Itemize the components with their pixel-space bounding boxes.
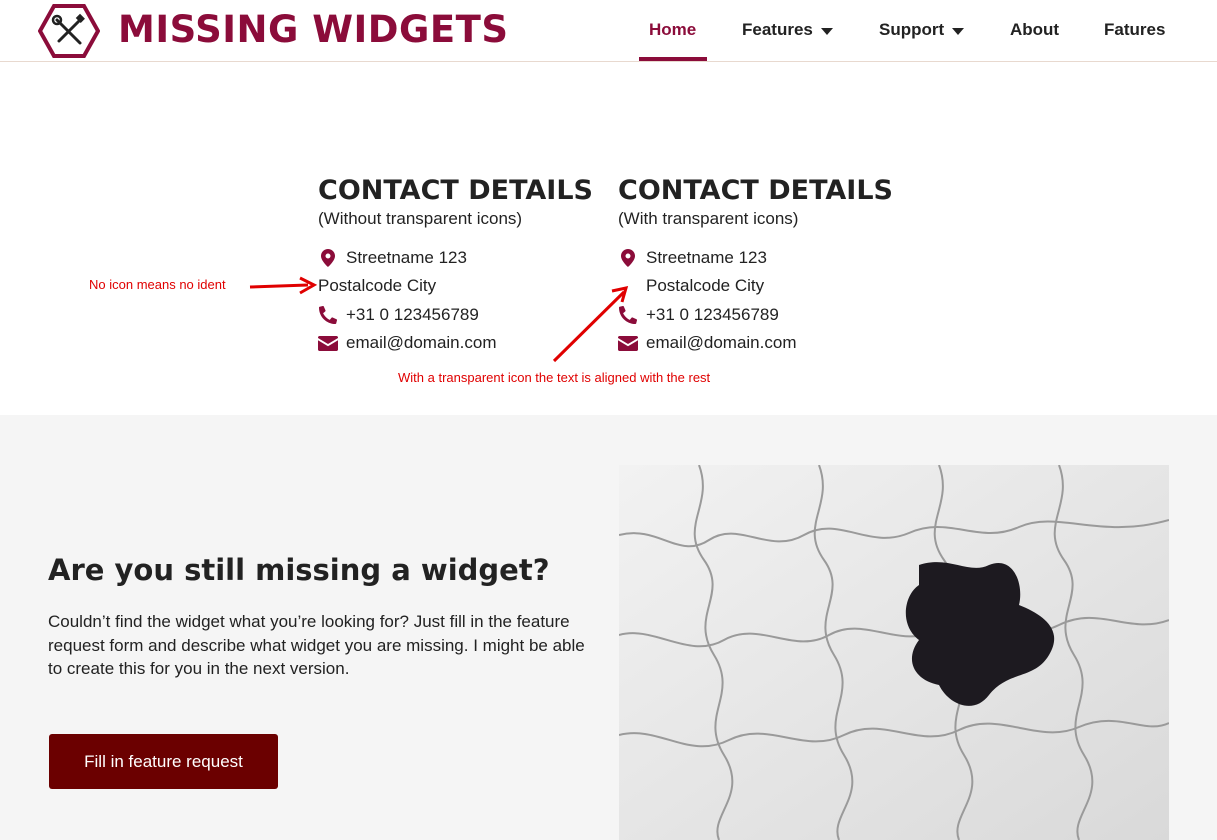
annotation-no-icon: No icon means no ident bbox=[89, 277, 226, 292]
nav-fatures[interactable]: Fatures bbox=[1104, 20, 1165, 40]
city-text: Postalcode City bbox=[646, 276, 765, 295]
nav-home-label: Home bbox=[649, 20, 697, 39]
annotation-transparent-icon: With a transparent icon the text is alig… bbox=[398, 370, 711, 385]
nav-features-label: Features bbox=[742, 20, 813, 39]
envelope-icon bbox=[318, 333, 338, 353]
nav-home[interactable]: Home bbox=[649, 20, 696, 40]
contact-title-right: CONTACT DETAILS bbox=[618, 175, 893, 206]
contact-phone-right[interactable]: +31 0 123456789 bbox=[618, 305, 779, 325]
contact-city-right: Postalcode City bbox=[618, 276, 764, 296]
nav-features[interactable]: Features bbox=[742, 20, 833, 40]
contact-title-left: CONTACT DETAILS bbox=[318, 175, 593, 206]
tools-hexagon-logo-icon[interactable] bbox=[38, 4, 100, 58]
map-pin-icon bbox=[318, 248, 338, 268]
phone-text: +31 0 123456789 bbox=[346, 305, 479, 324]
section-title: Are you still missing a widget? bbox=[48, 553, 550, 587]
nav-support[interactable]: Support bbox=[879, 20, 965, 40]
puzzle-image bbox=[619, 465, 1169, 840]
nav-about[interactable]: About bbox=[1010, 20, 1059, 40]
nav-support-label: Support bbox=[879, 20, 945, 39]
chevron-down-icon bbox=[820, 27, 833, 35]
contact-city-left: Postalcode City bbox=[318, 276, 436, 296]
brand-name[interactable]: MISSING WIDGETS bbox=[118, 8, 509, 51]
city-text: Postalcode City bbox=[318, 276, 437, 295]
phone-text: +31 0 123456789 bbox=[646, 305, 779, 324]
nav-about-label: About bbox=[1010, 20, 1060, 39]
contact-address-right: Streetname 123 bbox=[618, 248, 767, 268]
section-text: Couldn’t find the widget what you’re loo… bbox=[48, 612, 585, 678]
nav-active-indicator bbox=[639, 57, 707, 61]
email-text: email@domain.com bbox=[346, 333, 497, 352]
address-text: Streetname 123 bbox=[346, 248, 467, 267]
nav-fatures-label: Fatures bbox=[1104, 20, 1166, 39]
phone-icon bbox=[318, 305, 338, 325]
contact-email-right[interactable]: email@domain.com bbox=[618, 333, 796, 353]
map-pin-icon bbox=[618, 248, 638, 268]
arrow-right-icon bbox=[249, 276, 318, 295]
email-text: email@domain.com bbox=[646, 333, 797, 352]
contact-subtitle-right: (With transparent icons) bbox=[618, 209, 799, 228]
contact-email-left[interactable]: email@domain.com bbox=[318, 333, 496, 353]
contact-phone-left[interactable]: +31 0 123456789 bbox=[318, 305, 479, 325]
contact-address-left: Streetname 123 bbox=[318, 248, 467, 268]
arrow-up-right-icon bbox=[552, 286, 629, 363]
feature-request-button[interactable]: Fill in feature request bbox=[49, 734, 278, 789]
contact-subtitle-left: (Without transparent icons) bbox=[318, 209, 523, 228]
address-text: Streetname 123 bbox=[646, 248, 767, 267]
site-header: MISSING WIDGETS Home Features Support Ab… bbox=[0, 0, 1217, 62]
chevron-down-icon bbox=[952, 27, 965, 35]
